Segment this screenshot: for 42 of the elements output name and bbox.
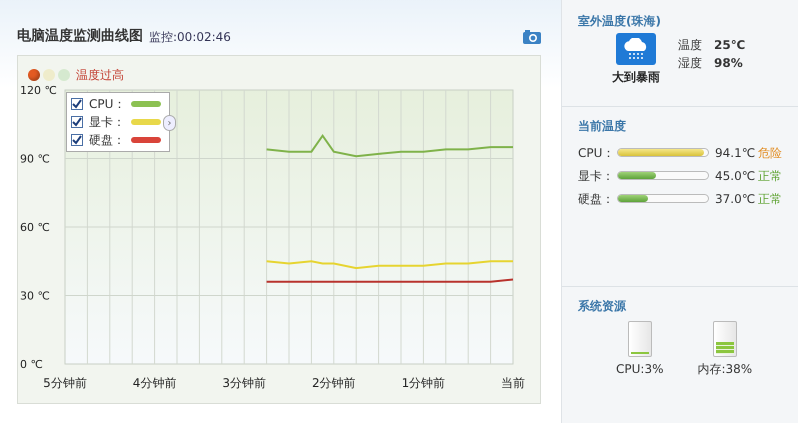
section-title: 当前温度 [578, 118, 627, 135]
status-text: 正常 [758, 190, 782, 208]
checkbox[interactable] [71, 116, 83, 128]
legend-label: CPU： [89, 96, 126, 113]
x-axis-label: 4分钟前 [132, 376, 176, 390]
checkbox[interactable] [71, 134, 83, 146]
temp-reading: 94.1℃ [715, 144, 756, 162]
weather-value: 25℃ [714, 37, 746, 54]
x-axis-label: 2分钟前 [312, 376, 356, 390]
checkbox[interactable] [71, 98, 83, 110]
rain-cloud-icon [616, 33, 656, 65]
weather-condition: 大到暴雨 [612, 69, 660, 86]
section-title: 室外温度(珠海) [578, 13, 662, 30]
alert-text: 温度过高 [76, 67, 124, 84]
chart-title: 电脑温度监测曲线图 [17, 26, 143, 46]
x-axis-label: 1分钟前 [402, 376, 446, 390]
monitor-timer: 监控:00:02:46 [149, 28, 231, 46]
temp-label: 显卡： [578, 168, 614, 184]
status-text: 危险 [758, 144, 782, 162]
collapse-button[interactable]: › [163, 115, 176, 131]
x-axis-label: 3分钟前 [222, 376, 266, 390]
usage-label: CPU:3% [616, 361, 664, 378]
usage-label: 内存:38% [697, 361, 752, 378]
temp-label: CPU： [578, 144, 614, 162]
temp-reading: 37.0℃ [715, 190, 756, 208]
status-text: 正常 [758, 168, 782, 184]
x-axis-label: 当前 [501, 376, 525, 390]
y-axis-label: 0 ℃ [20, 358, 43, 371]
camera-icon[interactable] [523, 29, 541, 44]
x-axis-label: 5分钟前 [43, 376, 87, 390]
section-title: 系统资源 [578, 298, 627, 315]
weather-label: 湿度 [678, 55, 702, 72]
weather-value: 98% [714, 55, 743, 72]
temp-reading: 45.0℃ [715, 168, 756, 184]
y-axis-label: 90 ℃ [20, 152, 50, 166]
legend-label: 显卡： [89, 114, 125, 131]
weather-label: 温度 [678, 37, 702, 54]
temp-label: 硬盘： [578, 190, 614, 208]
y-axis-label: 120 ℃ [20, 84, 57, 97]
y-axis-label: 60 ℃ [20, 221, 50, 234]
legend-label: 硬盘： [89, 132, 125, 149]
y-axis-label: 30 ℃ [20, 290, 50, 302]
